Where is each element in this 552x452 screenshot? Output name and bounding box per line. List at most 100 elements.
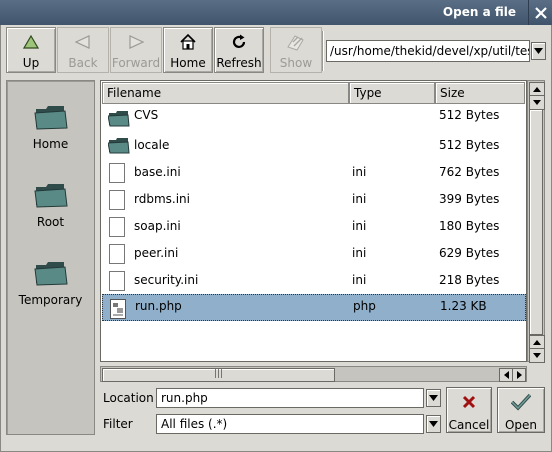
arrow-down-icon (533, 353, 541, 358)
folder-icon (33, 262, 68, 286)
show-icon (285, 32, 307, 52)
php-file-icon (110, 299, 126, 319)
file-name: security.ini (134, 273, 199, 287)
file-size: 180 Bytes (439, 219, 500, 233)
horizontal-scroll-thumb[interactable]: ||| (102, 368, 335, 382)
file-row-locale[interactable]: locale 512 Bytes (102, 132, 526, 159)
up-label: Up (22, 56, 40, 70)
column-header-type[interactable]: Type (349, 82, 435, 104)
folder-icon (33, 106, 68, 130)
cancel-button[interactable]: Cancel (446, 387, 492, 433)
file-size: 629 Bytes (439, 246, 500, 260)
sidebar-item-temporary[interactable]: Temporary (7, 259, 94, 307)
vertical-scroll-thumb[interactable] (529, 109, 543, 335)
close-icon (534, 6, 547, 19)
file-size: 762 Bytes (439, 165, 500, 179)
file-icon (109, 190, 125, 210)
file-type: ini (352, 273, 367, 287)
home-icon (177, 32, 199, 52)
location-label: Location (103, 391, 154, 405)
chevron-down-icon (534, 48, 543, 54)
forward-arrow-icon (125, 32, 147, 52)
window-title: Open a file (442, 5, 516, 19)
toolbar-separator (322, 31, 324, 71)
forward-button[interactable]: Forward (110, 27, 162, 73)
scroll-left-button[interactable] (499, 368, 513, 382)
open-label: Open (504, 418, 538, 432)
up-arrow-icon (20, 32, 42, 52)
column-header-size[interactable]: Size (435, 82, 525, 104)
refresh-label: Refresh (216, 56, 262, 70)
file-row-rdbms-ini[interactable]: rdbms.ini ini 399 Bytes (102, 186, 526, 213)
filter-dropdown-button[interactable] (426, 415, 441, 433)
arrow-up-icon (533, 340, 541, 345)
refresh-icon (228, 32, 250, 52)
file-list[interactable]: Filename Type Size CVS 512 Bytes locale … (100, 80, 527, 362)
checkmark-icon (511, 392, 531, 412)
file-icon (109, 217, 125, 237)
file-icon (109, 163, 125, 183)
arrow-right-icon (516, 371, 522, 379)
file-size: 399 Bytes (439, 192, 500, 206)
filter-select[interactable]: All files (.*) (156, 414, 424, 434)
file-size: 1.23 KB (440, 299, 487, 313)
show-button[interactable]: Show (270, 27, 322, 73)
file-row-run-php[interactable]: run.php php 1.23 KB (102, 294, 526, 321)
file-type: ini (352, 219, 367, 233)
sidebar: Home Root Temporary (6, 80, 95, 435)
folder-icon (33, 184, 68, 208)
folder-icon (108, 138, 130, 154)
refresh-button[interactable]: Refresh (214, 27, 264, 73)
file-size: 512 Bytes (439, 138, 500, 152)
path-dropdown-button[interactable] (531, 42, 546, 60)
open-button[interactable]: Open (497, 387, 545, 433)
sidebar-item-root[interactable]: Root (7, 181, 94, 229)
sidebar-item-label: Home (32, 137, 69, 151)
back-button[interactable]: Back (57, 27, 109, 73)
file-row-base-ini[interactable]: base.ini ini 762 Bytes (102, 159, 526, 186)
file-name: rdbms.ini (134, 192, 190, 206)
file-row-peer-ini[interactable]: peer.ini ini 629 Bytes (102, 240, 526, 267)
file-row-cvs[interactable]: CVS 512 Bytes (102, 105, 526, 132)
title-bar[interactable]: Open a file (0, 0, 552, 25)
scroll-right-button[interactable] (512, 368, 526, 382)
file-type: ini (352, 165, 367, 179)
home-button[interactable]: Home (163, 27, 213, 73)
path-combo-input[interactable]: /usr/home/thekid/devel/xp/util/tests/ (326, 40, 530, 62)
location-input[interactable]: run.php (156, 388, 424, 408)
scroll-down-button[interactable] (529, 348, 545, 363)
cancel-label: Cancel (448, 418, 490, 432)
file-size: 512 Bytes (439, 108, 500, 122)
close-button[interactable] (528, 0, 552, 25)
file-icon (109, 271, 125, 291)
show-label: Show (279, 56, 313, 70)
chevron-down-icon (429, 395, 438, 401)
file-icon (109, 244, 125, 264)
scroll-down-button-top[interactable] (529, 95, 545, 110)
file-name: base.ini (134, 165, 181, 179)
home-label: Home (170, 56, 206, 70)
horizontal-scrollbar[interactable]: ||| (100, 366, 527, 382)
forward-label: Forward (111, 56, 161, 70)
sidebar-item-home[interactable]: Home (7, 103, 94, 151)
up-button[interactable]: Up (6, 27, 56, 73)
back-label: Back (68, 56, 98, 70)
file-type: ini (352, 246, 367, 260)
file-name: run.php (135, 299, 182, 313)
file-row-soap-ini[interactable]: soap.ini ini 180 Bytes (102, 213, 526, 240)
sidebar-item-label: Temporary (18, 293, 83, 307)
file-size: 218 Bytes (439, 273, 500, 287)
file-name: soap.ini (134, 219, 181, 233)
sidebar-item-label: Root (36, 215, 65, 229)
chevron-down-icon (429, 421, 438, 427)
location-dropdown-button[interactable] (426, 389, 441, 407)
file-name: locale (134, 138, 170, 152)
column-header-filename[interactable]: Filename (102, 82, 349, 104)
vertical-scrollbar[interactable] (527, 80, 545, 363)
file-row-security-ini[interactable]: security.ini ini 218 Bytes (102, 267, 526, 294)
file-name: CVS (134, 108, 159, 122)
filter-label: Filter (103, 417, 133, 431)
arrow-up-icon (533, 87, 541, 92)
file-name: peer.ini (134, 246, 179, 260)
back-arrow-icon (72, 32, 94, 52)
